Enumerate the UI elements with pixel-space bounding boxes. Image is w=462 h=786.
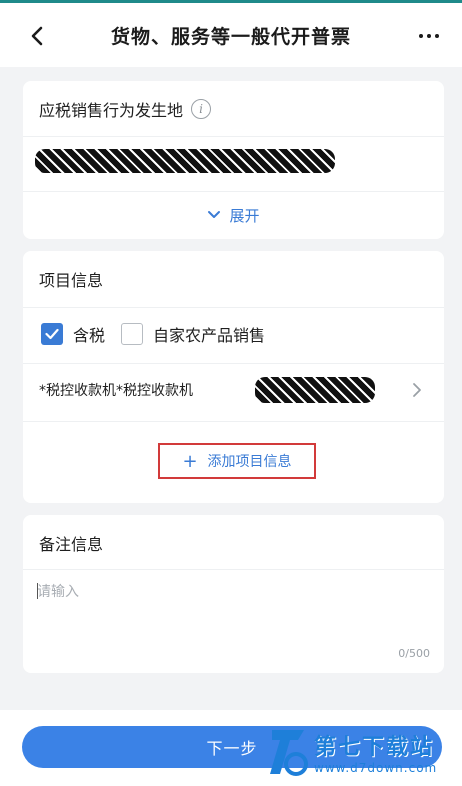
check-icon xyxy=(45,328,59,340)
item-name: *税控收款机*税控收款机 xyxy=(39,383,193,399)
tax-included-checkbox[interactable] xyxy=(41,323,63,345)
divider xyxy=(23,421,444,422)
watermark-logo-icon xyxy=(268,724,308,780)
add-item-button[interactable]: + 添加项目信息 xyxy=(158,443,316,479)
notes-input[interactable] xyxy=(37,581,430,661)
redacted-location-value[interactable] xyxy=(35,149,335,173)
nav-bar: 货物、服务等一般代开普票 xyxy=(0,3,462,67)
location-label-row: 应税销售行为发生地 i xyxy=(23,95,444,123)
chevron-left-icon xyxy=(31,26,43,46)
expand-button[interactable]: 展开 xyxy=(23,203,444,227)
items-title: 项目信息 xyxy=(39,271,104,290)
watermark-title: 第七下载站 xyxy=(314,735,435,760)
divider xyxy=(23,569,444,570)
back-button[interactable] xyxy=(22,21,52,51)
watermark-text: 第七下载站 www.d7down.com xyxy=(314,729,437,775)
divider xyxy=(23,307,444,308)
notes-card: 备注信息 0/500 xyxy=(23,515,444,673)
location-label: 应税销售行为发生地 xyxy=(39,101,184,120)
items-title-row: 项目信息 xyxy=(23,265,444,293)
notes-title: 备注信息 xyxy=(39,535,104,554)
page-title: 货物、服务等一般代开普票 xyxy=(110,25,351,48)
divider xyxy=(23,136,444,137)
own-farm-produce-checkbox[interactable] xyxy=(121,323,144,345)
notes-char-counter: 0/500 xyxy=(398,647,430,660)
chevron-right-icon xyxy=(413,383,421,397)
text-caret xyxy=(37,583,38,599)
checkbox-row: 含税 自家农产品销售 xyxy=(23,319,444,349)
divider xyxy=(23,363,444,364)
location-card: 应税销售行为发生地 i 展开 xyxy=(23,81,444,239)
expand-label: 展开 xyxy=(229,206,260,225)
items-card: 项目信息 含税 自家农产品销售 *税控收款机*税控收款机 + 添加项目信息 xyxy=(23,251,444,503)
form-content: 应税销售行为发生地 i 展开 项目信息 含税 自家农产品销售 *税控收款机*税控… xyxy=(9,67,453,710)
info-icon[interactable]: i xyxy=(191,99,212,119)
redacted-item-amount xyxy=(255,377,375,403)
notes-title-row: 备注信息 xyxy=(23,529,444,557)
watermark: 第七下载站 www.d7down.com xyxy=(268,722,458,782)
watermark-url: www.d7down.com xyxy=(314,761,438,775)
more-horizontal-icon xyxy=(419,34,423,38)
chevron-down-icon xyxy=(208,211,221,218)
more-button[interactable] xyxy=(414,21,444,51)
own-farm-produce-label[interactable]: 自家农产品销售 xyxy=(153,322,265,346)
add-item-label: 添加项目信息 xyxy=(207,454,292,470)
divider xyxy=(23,191,444,192)
plus-icon: + xyxy=(182,450,198,472)
item-row[interactable]: *税控收款机*税控收款机 xyxy=(23,375,444,405)
tax-included-label[interactable]: 含税 xyxy=(73,322,105,346)
